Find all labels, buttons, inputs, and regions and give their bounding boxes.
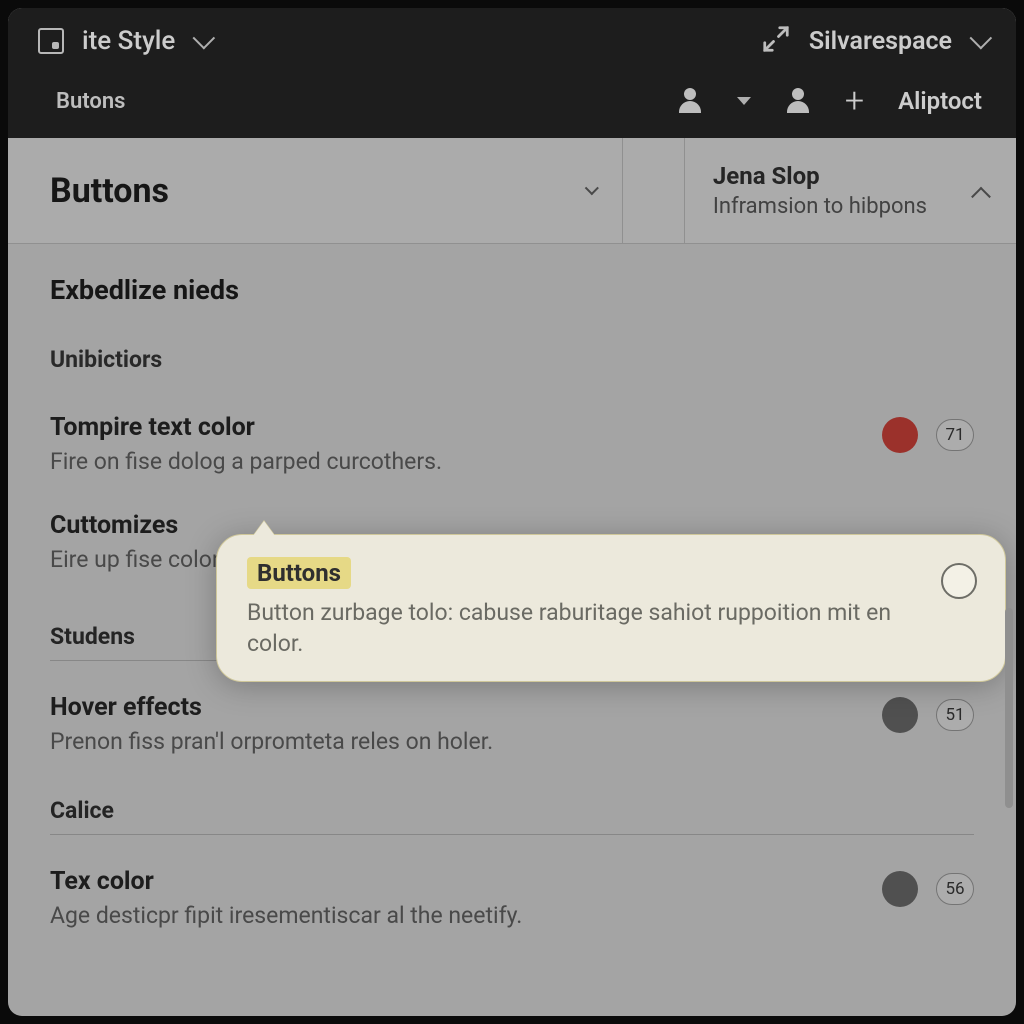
- subbar: Butons + Aliptoct: [8, 70, 1016, 138]
- group-label: Calice: [50, 797, 974, 824]
- titlebar-left: Buttons: [8, 138, 623, 243]
- user-icon[interactable]: [677, 88, 703, 114]
- user-icon[interactable]: [785, 88, 811, 114]
- expand-icon[interactable]: [761, 24, 791, 58]
- subbar-actions: + Aliptoct: [677, 84, 982, 118]
- chevron-down-icon[interactable]: [970, 27, 993, 50]
- setting-title: Tex color: [50, 867, 522, 896]
- page-title: Buttons: [50, 171, 169, 211]
- value-pill[interactable]: 71: [936, 419, 974, 451]
- setting-title: Hover effects: [50, 693, 493, 722]
- setting-desc: Prenon fiss pran'l orpromteta reles on h…: [50, 728, 493, 755]
- callout-radio[interactable]: [941, 563, 977, 599]
- titlebar-right: Jena Slop Inframsion to hibpons: [685, 138, 1016, 243]
- topbar-right: Silvarespace: [761, 24, 986, 58]
- setting-desc: Fire on fise dolog a parped curcothers.: [50, 448, 442, 475]
- setting-title: Tompire text color: [50, 413, 442, 442]
- callout-title: Buttons: [247, 557, 351, 589]
- divider: [50, 834, 974, 835]
- breadcrumb[interactable]: Butons: [56, 89, 125, 114]
- caret-down-icon[interactable]: [737, 97, 751, 105]
- setting-desc: Age desticpr fipit iresementiscar al the…: [50, 902, 522, 929]
- chevron-down-icon[interactable]: [585, 181, 599, 195]
- side-title: Jena Slop: [713, 162, 927, 190]
- setting-desc: Eire up fise color: [50, 546, 220, 573]
- titlebar-divider: [623, 138, 685, 243]
- side-subtitle: Inframsion to hibpons: [713, 194, 927, 219]
- setting-row-hover: Hover effects Prenon fiss pran'l orpromt…: [50, 681, 974, 779]
- value-pill[interactable]: 56: [936, 873, 974, 905]
- scrollbar-thumb[interactable]: [1005, 608, 1013, 808]
- scrollbar[interactable]: [1002, 608, 1016, 868]
- callout-desc: Button zurbage tolo: cabuse raburitage s…: [247, 597, 921, 659]
- site-style-dropdown-label: ite Style: [82, 26, 175, 56]
- topbar-left: ite Style: [38, 26, 209, 56]
- titlebar: Buttons Jena Slop Inframsion to hibpons: [8, 138, 1016, 244]
- setting-title: Cuttomizes: [50, 511, 220, 540]
- topbar: ite Style Silvarespace: [8, 8, 1016, 70]
- setting-row-texcolor: Tex color Age desticpr fipit iresementis…: [50, 855, 974, 935]
- group-label: Unibictiors: [50, 346, 974, 373]
- section-heading: Exbedlize nieds: [50, 274, 974, 306]
- setting-row-tompire: Tompire text color Fire on fise dolog a …: [50, 401, 974, 499]
- value-pill[interactable]: 51: [936, 699, 974, 731]
- account-label[interactable]: Aliptoct: [898, 87, 982, 115]
- chevron-up-icon[interactable]: [971, 186, 991, 206]
- settings-panel: ite Style Silvarespace Butons + Aliptoct: [8, 8, 1016, 1016]
- brand-dropdown-label: Silvarespace: [809, 27, 952, 56]
- color-swatch[interactable]: [882, 697, 918, 733]
- tooltip-callout: Buttons Button zurbage tolo: cabuse rabu…: [216, 534, 1006, 682]
- plus-icon[interactable]: +: [845, 84, 864, 118]
- chevron-down-icon[interactable]: [193, 27, 216, 50]
- app-logo-icon: [38, 28, 64, 54]
- color-swatch[interactable]: [882, 417, 918, 453]
- color-swatch[interactable]: [882, 871, 918, 907]
